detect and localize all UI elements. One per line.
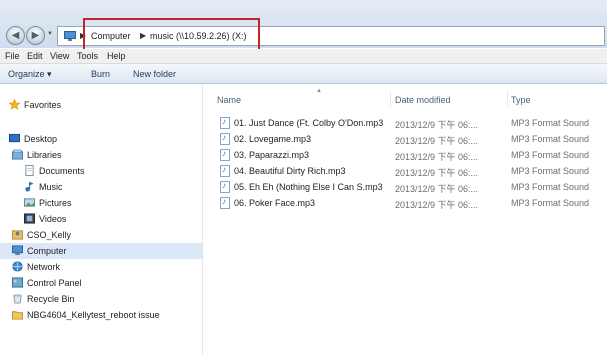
file-name: 04. Beautiful Dirty Rich.mp3	[234, 166, 346, 176]
nav-item-label: Computer	[27, 246, 67, 256]
file-row[interactable]: 04. Beautiful Dirty Rich.mp3 2013/12/9 下…	[204, 163, 607, 179]
nav-item-libraries[interactable]: Libraries	[0, 147, 202, 163]
nav-item-recycle-bin[interactable]: Recycle Bin	[0, 291, 202, 307]
music-icon	[25, 181, 34, 192]
nav-item-documents[interactable]: Documents	[0, 163, 202, 179]
burn-button[interactable]: Burn	[91, 69, 110, 79]
file-row[interactable]: 03. Paparazzi.mp3 2013/12/9 下午 06:... MP…	[204, 147, 607, 163]
file-type: MP3 Format Sound	[511, 182, 590, 192]
recycle-bin-icon	[13, 294, 22, 304]
nav-item-label: Documents	[39, 166, 85, 176]
folder-icon	[12, 311, 23, 320]
column-header-type[interactable]: Type	[511, 95, 531, 105]
nav-item-music[interactable]: Music	[0, 179, 202, 195]
command-toolbar: Organize ▾ Burn New folder	[0, 64, 607, 84]
menu-tools[interactable]: Tools	[77, 51, 98, 61]
nav-item-label: Desktop	[24, 134, 58, 144]
column-divider[interactable]	[507, 91, 508, 107]
organize-button[interactable]: Organize ▾	[8, 69, 52, 80]
network-icon	[12, 261, 23, 272]
file-date-modified: 2013/12/9 下午 06:...	[395, 136, 479, 146]
nav-item-label: Videos	[39, 214, 67, 224]
recent-pages-dropdown[interactable]: ▼	[47, 31, 55, 39]
file-name: 05. Eh Eh (Nothing Else I Can S.mp3	[234, 182, 383, 192]
mp3-file-icon	[220, 133, 230, 145]
mp3-file-icon	[220, 165, 230, 177]
file-type: MP3 Format Sound	[511, 150, 590, 160]
file-row[interactable]: 02. Lovegame.mp3 2013/12/9 下午 06:... MP3…	[204, 131, 607, 147]
nav-item-control-panel[interactable]: Control Panel	[0, 275, 202, 291]
file-row[interactable]: 01. Just Dance (Ft. Colby O'Don.mp3 2013…	[204, 115, 607, 131]
nav-item-cso-kelly[interactable]: CSO_Kelly	[0, 227, 202, 243]
computer-icon	[64, 31, 76, 41]
mp3-file-icon	[220, 117, 230, 129]
file-row[interactable]: 05. Eh Eh (Nothing Else I Can S.mp3 2013…	[204, 179, 607, 195]
nav-item-network[interactable]: Network	[0, 259, 202, 275]
sort-ascending-icon: ▲	[316, 88, 322, 94]
mp3-file-icon	[220, 149, 230, 161]
file-date-modified: 2013/12/9 下午 06:...	[395, 184, 479, 194]
file-date-modified: 2013/12/9 下午 06:...	[395, 200, 479, 210]
column-divider[interactable]	[390, 91, 391, 107]
menu-help[interactable]: Help	[107, 51, 126, 61]
nav-item-label: CSO_Kelly	[27, 230, 72, 240]
menu-edit[interactable]: Edit	[27, 51, 43, 61]
nav-item-videos[interactable]: Videos	[0, 211, 202, 227]
nav-item-pictures[interactable]: Pictures	[0, 195, 202, 211]
nav-item-label: Music	[39, 182, 63, 192]
nav-item-computer[interactable]: Computer	[0, 243, 202, 259]
column-header-name[interactable]: Name	[217, 95, 241, 105]
file-name: 01. Just Dance (Ft. Colby O'Don.mp3	[234, 118, 384, 128]
new-folder-button[interactable]: New folder	[133, 69, 176, 79]
menu-file[interactable]: File	[5, 51, 20, 61]
control-panel-icon	[12, 277, 23, 288]
documents-icon	[25, 165, 34, 176]
user-folder-icon	[12, 230, 23, 240]
file-name: 06. Poker Face.mp3	[234, 198, 316, 208]
menu-view[interactable]: View	[50, 51, 69, 61]
file-date-modified: 2013/12/9 下午 06:...	[395, 168, 479, 178]
file-name: 03. Paparazzi.mp3	[234, 150, 310, 160]
file-type: MP3 Format Sound	[511, 118, 590, 128]
file-type: MP3 Format Sound	[511, 134, 590, 144]
file-date-modified: 2013/12/9 下午 06:...	[395, 120, 479, 130]
menu-bar: File Edit View Tools Help	[0, 49, 607, 64]
videos-icon	[24, 213, 35, 224]
nav-item-label: Pictures	[39, 198, 72, 208]
mp3-file-icon	[220, 181, 230, 193]
file-list: ▲ Name Date modified Type 01. Just Dance…	[204, 85, 607, 354]
nav-item-label: Favorites	[24, 100, 62, 110]
nav-item-desktop[interactable]: Desktop	[0, 131, 202, 147]
column-header-date-modified[interactable]: Date modified	[395, 95, 451, 105]
nav-item-label: Recycle Bin	[27, 294, 75, 304]
file-date-modified: 2013/12/9 下午 06:...	[395, 152, 479, 162]
libraries-icon	[12, 149, 23, 160]
star-icon	[9, 99, 20, 110]
mp3-file-icon	[220, 197, 230, 209]
nav-item-label: NBG4604_Kellytest_reboot issue	[27, 310, 160, 320]
nav-item-label: Control Panel	[27, 278, 82, 288]
nav-item-nbg4604-folder[interactable]: NBG4604_Kellytest_reboot issue	[0, 307, 202, 323]
file-row[interactable]: 06. Poker Face.mp3 2013/12/9 下午 06:... M…	[204, 195, 607, 211]
nav-item-label: Network	[27, 262, 61, 272]
pictures-icon	[24, 198, 35, 207]
file-type: MP3 Format Sound	[511, 198, 590, 208]
back-button[interactable]: ◀	[6, 26, 25, 45]
nav-item-favorites[interactable]: Favorites	[0, 97, 202, 113]
desktop-icon	[9, 133, 20, 143]
file-name: 02. Lovegame.mp3	[234, 134, 312, 144]
navigation-pane: Favorites Desktop Libraries Documents Mu…	[0, 85, 203, 354]
computer-icon	[12, 245, 23, 256]
forward-button[interactable]: ▶	[26, 26, 45, 45]
file-type: MP3 Format Sound	[511, 166, 590, 176]
nav-item-label: Libraries	[27, 150, 62, 160]
